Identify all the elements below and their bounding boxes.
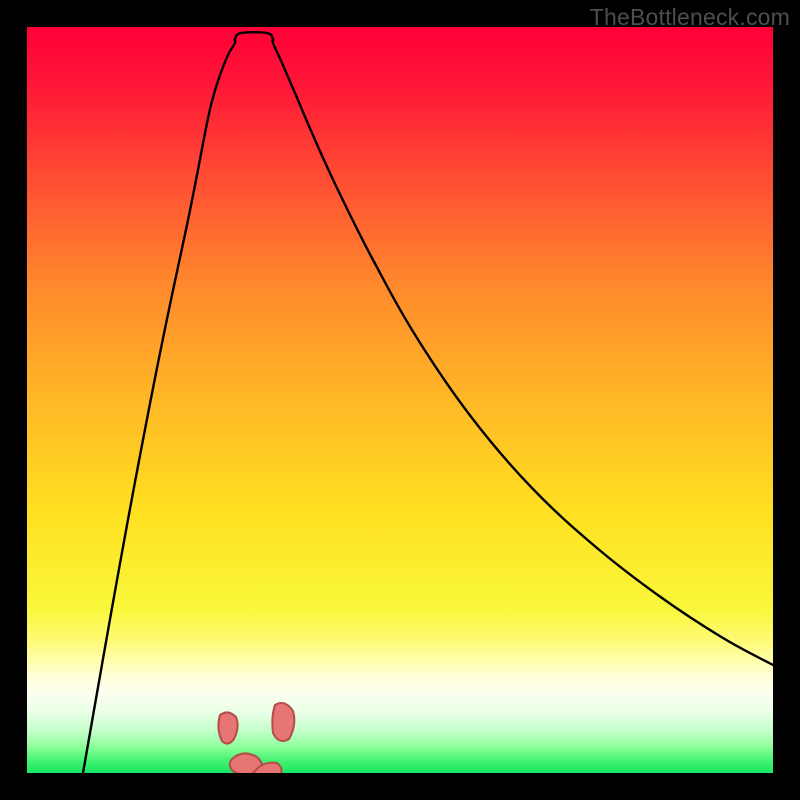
chart-frame: TheBottleneck.com <box>0 0 800 800</box>
watermark-text: TheBottleneck.com <box>590 4 790 31</box>
valley-marker-right-upper <box>272 703 294 741</box>
plot-area <box>27 27 773 773</box>
valley-markers <box>218 703 294 773</box>
valley-marker-left-lower <box>218 712 237 743</box>
curves-layer <box>27 27 773 773</box>
bottleneck-curve <box>83 32 773 773</box>
